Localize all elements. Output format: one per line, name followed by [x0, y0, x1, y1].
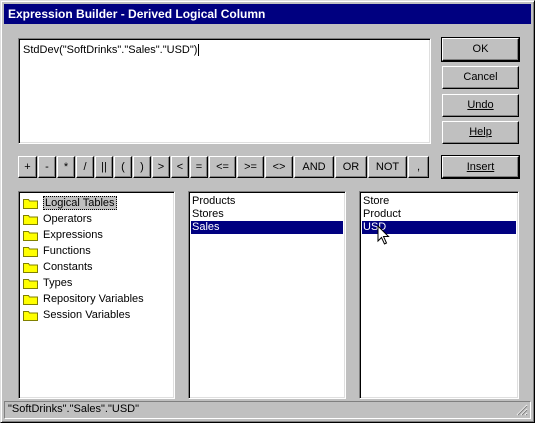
operator-multiply-button[interactable]: * [57, 156, 75, 178]
operator-or-button[interactable]: OR [335, 156, 367, 178]
category-item-types[interactable]: Types [21, 275, 172, 291]
category-label: Logical Tables [43, 196, 117, 210]
op-label: + [24, 161, 31, 173]
op-label: AND [302, 161, 326, 173]
cancel-label: Cancel [463, 71, 498, 83]
size-grip-icon[interactable] [516, 404, 528, 416]
category-item-logical-tables[interactable]: Logical Tables [21, 195, 172, 211]
column-item-product[interactable]: Product [362, 208, 516, 221]
title-bar[interactable]: Expression Builder - Derived Logical Col… [4, 4, 531, 24]
op-label: = [195, 161, 203, 173]
table-label: Products [192, 195, 236, 207]
operator-plus-button[interactable]: + [18, 156, 37, 178]
operator-concat-button[interactable]: || [95, 156, 113, 178]
table-item-stores[interactable]: Stores [191, 208, 343, 221]
folder-icon [23, 263, 38, 273]
table-label: Stores [192, 208, 224, 220]
folder-icon [23, 311, 38, 321]
operator-close-paren-button[interactable]: ) [133, 156, 151, 178]
op-label: >= [244, 161, 257, 173]
status-text: "SoftDrinks"."Sales"."USD" [8, 403, 140, 415]
table-item-products[interactable]: Products [191, 195, 343, 208]
op-label: NOT [375, 161, 400, 173]
insert-label: Insert [466, 161, 495, 173]
ok-button[interactable]: OK [441, 37, 520, 62]
category-label: Functions [43, 245, 91, 257]
op-label: OR [342, 161, 360, 173]
expression-text: StdDev("SoftDrinks"."Sales"."USD") [23, 44, 198, 56]
operator-not-equal-button[interactable]: <> [265, 156, 293, 178]
category-label: Expressions [43, 229, 103, 241]
category-item-operators[interactable]: Operators [21, 211, 172, 227]
op-label: <= [216, 161, 229, 173]
op-label: ) [140, 161, 144, 173]
window-title: Expression Builder - Derived Logical Col… [8, 7, 266, 21]
op-label: <> [272, 161, 286, 173]
undo-button[interactable]: Undo [442, 94, 519, 117]
folder-icon [23, 279, 38, 289]
category-tree[interactable]: Logical Tables Operators Expressions Fun… [18, 191, 175, 399]
operator-and-button[interactable]: AND [294, 156, 334, 178]
folder-icon [23, 295, 38, 305]
help-button[interactable]: Help [442, 121, 519, 144]
category-label: Repository Variables [43, 293, 144, 305]
operator-comma-button[interactable]: , [408, 156, 429, 178]
operator-less-button[interactable]: < [171, 156, 189, 178]
operator-not-button[interactable]: NOT [368, 156, 407, 178]
operator-greater-button[interactable]: > [152, 156, 170, 178]
undo-label: Undo [467, 99, 494, 111]
folder-icon [23, 231, 38, 241]
operator-open-paren-button[interactable]: ( [114, 156, 132, 178]
help-label: Help [469, 126, 492, 138]
op-label: > [157, 161, 165, 173]
op-label: , [416, 161, 421, 173]
folder-icon [23, 199, 38, 209]
op-label: || [101, 161, 107, 173]
category-label: Types [43, 277, 73, 289]
column-item-store[interactable]: Store [362, 195, 516, 208]
expression-editor[interactable]: StdDev("SoftDrinks"."Sales"."USD") [18, 38, 431, 144]
category-label: Constants [43, 261, 93, 273]
column-list[interactable]: Store Product USD [359, 191, 519, 399]
folder-icon [23, 215, 38, 225]
ok-label: OK [472, 43, 489, 55]
table-list[interactable]: Products Stores Sales [188, 191, 346, 399]
operator-lte-button[interactable]: <= [209, 156, 236, 178]
operator-minus-button[interactable]: - [38, 156, 56, 178]
op-label: ( [121, 161, 125, 173]
table-label: Sales [192, 221, 220, 233]
category-label: Session Variables [43, 309, 131, 321]
column-label: Store [363, 195, 390, 207]
op-label: - [45, 161, 49, 173]
category-item-session-variables[interactable]: Session Variables [21, 307, 172, 323]
op-label: < [176, 161, 184, 173]
mouse-pointer-icon [377, 225, 390, 245]
category-item-expressions[interactable]: Expressions [21, 227, 172, 243]
category-item-constants[interactable]: Constants [21, 259, 172, 275]
operator-divide-button[interactable]: / [76, 156, 94, 178]
category-label: Operators [43, 213, 92, 225]
cancel-button[interactable]: Cancel [442, 66, 519, 89]
operator-equals-button[interactable]: = [190, 156, 208, 178]
folder-icon [23, 247, 38, 257]
category-item-functions[interactable]: Functions [21, 243, 172, 259]
column-label: Product [363, 208, 401, 220]
operator-gte-button[interactable]: >= [237, 156, 264, 178]
op-label: / [83, 161, 87, 173]
status-bar: "SoftDrinks"."Sales"."USD" [4, 401, 531, 419]
insert-button[interactable]: Insert [441, 155, 520, 179]
text-caret [198, 44, 200, 57]
table-item-sales[interactable]: Sales [191, 221, 343, 234]
category-item-repository-variables[interactable]: Repository Variables [21, 291, 172, 307]
expression-builder-dialog: Expression Builder - Derived Logical Col… [0, 0, 535, 423]
op-label: * [63, 161, 69, 173]
